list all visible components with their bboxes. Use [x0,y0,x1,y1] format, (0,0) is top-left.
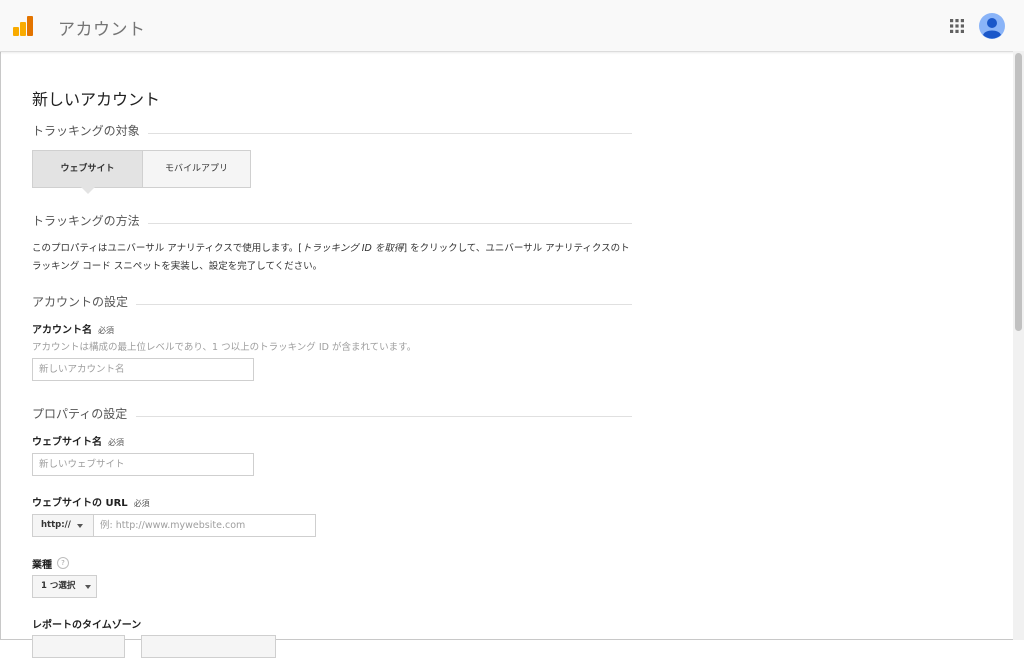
section-heading-tracking-target: トラッキングの対象 [32,124,140,138]
help-icon[interactable]: ? [57,557,69,569]
get-tracking-id-text: トラッキング ID を取得 [301,243,404,254]
account-name-label: アカウント名 必須 [32,321,114,336]
industry-select-value: 1 つ選択 [41,581,76,591]
section-heading-property-settings: プロパティの設定 [32,407,128,421]
tracking-target-toggle: ウェブサイト モバイルアプリ [32,150,251,188]
section-divider [136,304,632,305]
url-protocol-select[interactable]: http:// [32,514,94,537]
timezone-country-select[interactable] [32,635,125,658]
website-url-label-text: ウェブサイトの URL [32,498,128,509]
section-divider [148,223,632,224]
url-protocol-value: http:// [41,520,71,530]
chevron-down-icon [85,585,91,589]
website-name-label: ウェブサイト名 必須 [32,433,124,448]
description-text: このプロパティはユニバーサル アナリティクスで使用します。[ [32,243,302,254]
page-title: 新しいアカウント [32,90,161,109]
section-divider [136,416,632,417]
required-marker: 必須 [108,438,124,447]
scrollbar-thumb[interactable] [1015,53,1022,331]
tracking-method-description: このプロパティはユニバーサル アナリティクスで使用します。[トラッキング ID … [32,240,632,276]
account-name-help: アカウントは構成の最上位レベルであり、1 つ以上のトラッキング ID が含まれて… [32,342,417,353]
account-name-label-text: アカウント名 [32,325,92,336]
website-name-input[interactable]: 新しいウェブサイト [32,453,254,476]
website-url-label: ウェブサイトの URL 必須 [32,494,150,509]
tab-website[interactable]: ウェブサイト [33,151,143,187]
selected-tab-pointer [81,187,95,194]
timezone-select[interactable] [141,635,276,658]
industry-label: 業種 [32,560,52,571]
page-scrollbar[interactable] [1013,51,1024,640]
tab-mobile-app[interactable]: モバイルアプリ [143,151,250,187]
apps-grid-icon[interactable] [950,19,964,33]
required-marker: 必須 [133,499,150,508]
website-name-label-text: ウェブサイト名 [32,437,102,448]
account-name-input[interactable]: 新しいアカウント名 [32,358,254,381]
top-header: アカウント [0,0,1024,52]
section-divider [148,133,632,134]
section-heading-tracking-method: トラッキングの方法 [32,214,140,228]
required-marker: 必須 [98,326,114,335]
section-heading-account-settings: アカウントの設定 [32,295,129,309]
timezone-label: レポートのタイムゾーン [32,620,142,631]
account-avatar-icon[interactable] [979,13,1005,39]
analytics-logo[interactable] [13,16,33,36]
chevron-down-icon [77,524,83,528]
header-title: アカウント [58,20,146,40]
website-url-input[interactable]: 例: http://www.mywebsite.com [94,514,316,537]
